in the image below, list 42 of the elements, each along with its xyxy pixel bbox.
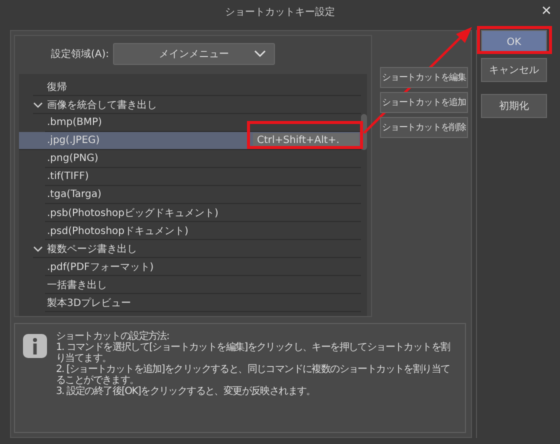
shortcut-action-button[interactable]: ショートカットを編集 (380, 67, 468, 88)
command-label: 複数ページ書き出し (47, 242, 137, 256)
command-label: 一括書き出し (47, 278, 107, 292)
info-instruction: 3. 設定の終了後[OK]をクリックすると、変更が反映されます。 (56, 386, 316, 397)
expand-chevron-icon[interactable] (33, 245, 43, 253)
command-label: 画像を統合して書き出し (47, 98, 157, 112)
command-label: .psd(Photoshopドキュメント) (47, 224, 188, 238)
command-label: .tif(TIFF) (47, 171, 89, 182)
shortcut-action-button[interactable]: ショートカットを削除 (380, 117, 468, 138)
command-row[interactable]: .psb(Photoshopビッグドキュメント) (45, 204, 361, 222)
command-row[interactable]: 複数ページ書き出し (33, 240, 361, 258)
command-row[interactable]: .psd(Photoshopドキュメント) (45, 222, 361, 240)
info-heading: ショートカットの設定方法: (56, 331, 170, 342)
info-instruction: 2. [ショートカットを追加]をクリックすると、同じコマンドに複数のショートカットを割り当てることができます。 (56, 364, 451, 386)
command-label: .jpg(.JPEG) (47, 135, 100, 146)
command-row[interactable]: 製本3Dプレビュー (45, 294, 361, 312)
command-label: .psb(Photoshopビッグドキュメント) (47, 206, 218, 220)
dialog-button[interactable]: キャンセル (481, 58, 547, 82)
command-row[interactable]: .jpg(.JPEG) Ctrl+Shift+Alt+. (19, 132, 361, 150)
command-label: .png(PNG) (47, 153, 98, 164)
command-label: .bmp(BMP) (47, 117, 102, 128)
command-row[interactable]: .png(PNG) (45, 150, 361, 168)
chevron-down-icon (254, 50, 266, 58)
expand-chevron-icon[interactable] (33, 101, 43, 109)
area-dropdown[interactable]: メインメニュー (113, 43, 276, 65)
command-label: 復帰 (47, 80, 67, 94)
dialog-button[interactable]: 初期化 (481, 94, 547, 118)
command-label: .tga(Targa) (47, 189, 102, 200)
window-title: ショートカットキー設定 (225, 6, 335, 19)
command-row[interactable]: 一括書き出し (45, 276, 361, 294)
info-icon (23, 334, 47, 358)
command-row[interactable]: 復帰 (33, 78, 361, 96)
command-label: .pdf(PDFフォーマット) (47, 260, 154, 274)
area-label: 設定領域(A): (51, 48, 110, 61)
command-label: 製本3Dプレビュー (47, 296, 132, 310)
info-instruction: 1. コマンドを選択して[ショートカットを編集]をクリックし、キーを押してショートカットを割り当てます。 (56, 342, 451, 364)
command-row[interactable]: 画像を統合して書き出し (33, 96, 361, 114)
command-row[interactable]: .tga(Targa) (45, 186, 361, 204)
shortcut-action-button[interactable]: ショートカットを追加 (380, 92, 468, 113)
command-row[interactable]: .tif(TIFF) (45, 168, 361, 186)
command-row[interactable]: .pdf(PDFフォーマット) (45, 258, 361, 276)
close-button[interactable]: ✕ (539, 3, 554, 18)
